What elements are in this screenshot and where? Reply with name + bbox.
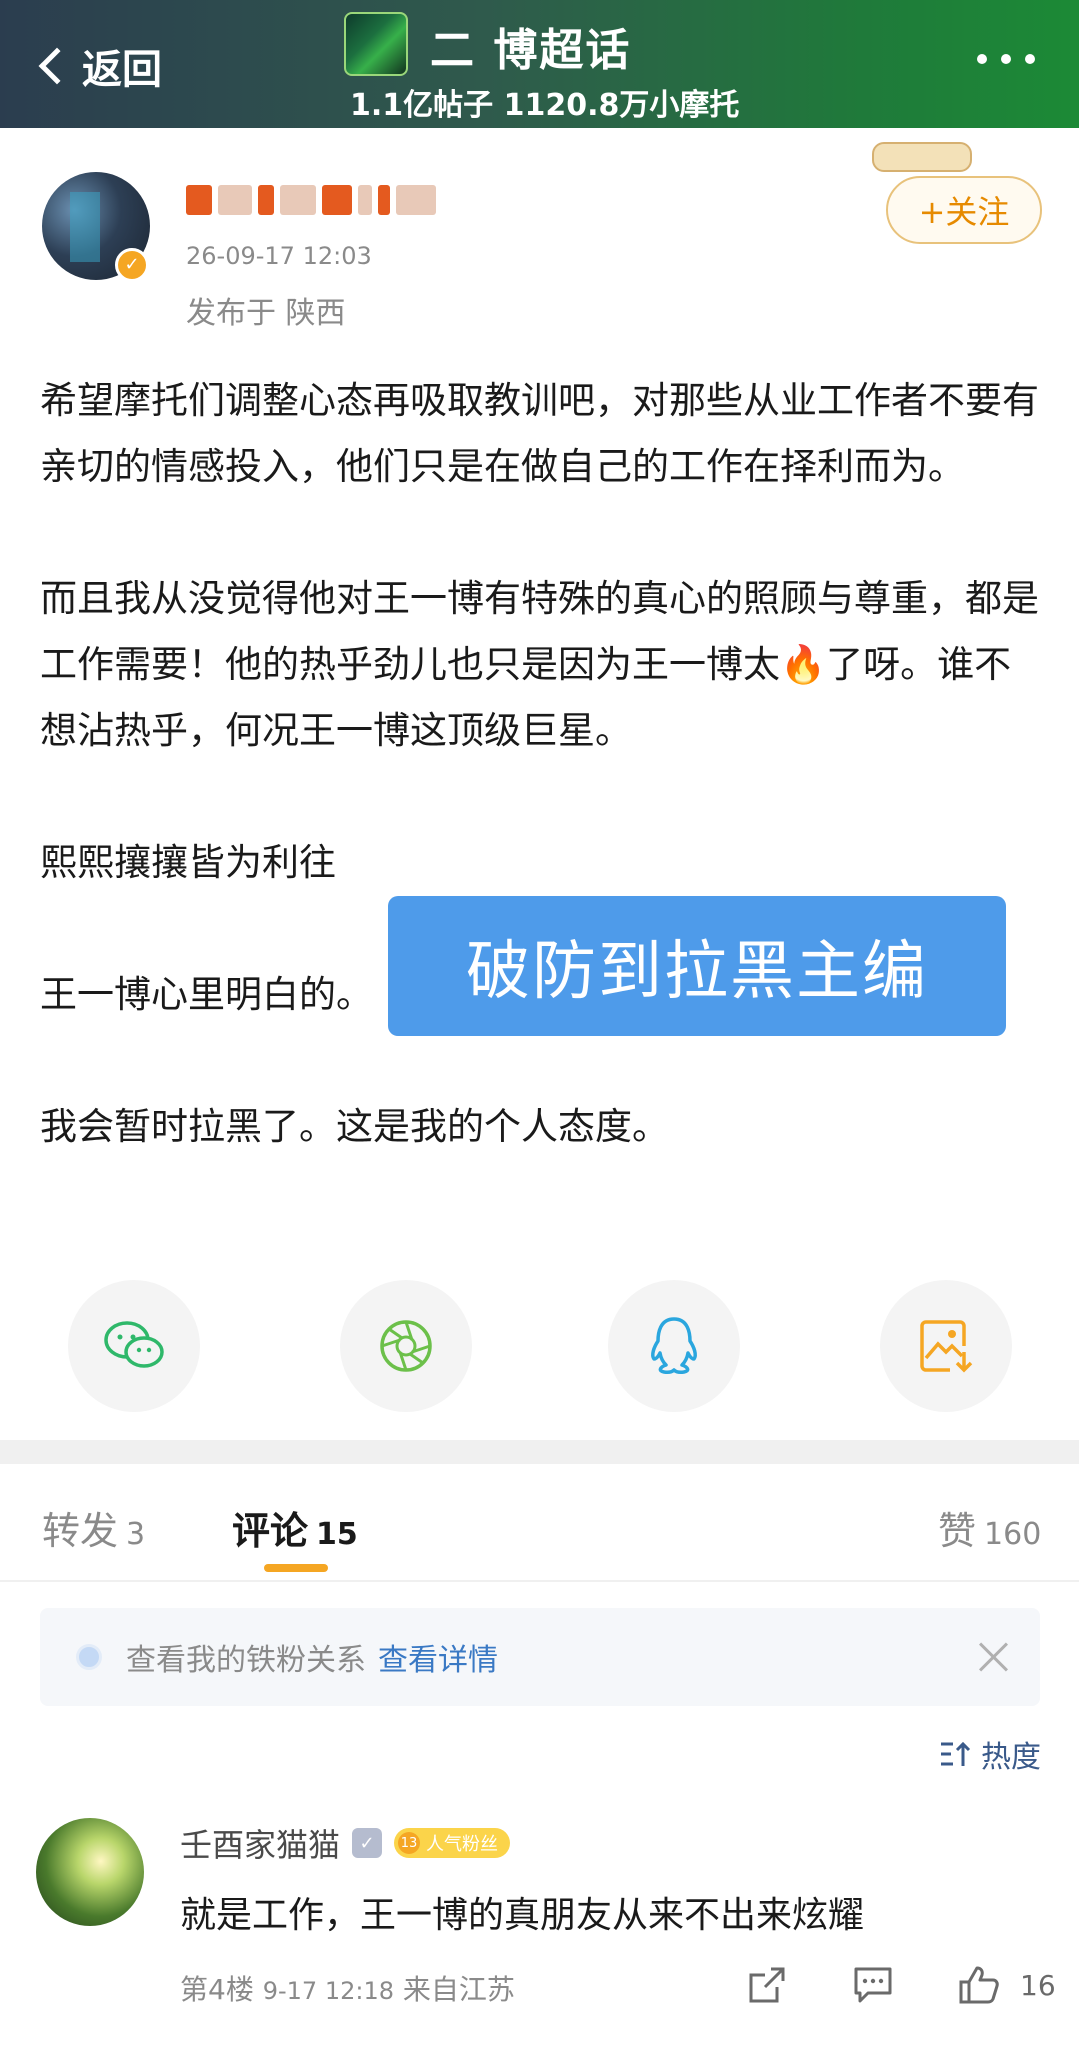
- share-qq-button[interactable]: [608, 1280, 740, 1412]
- section-divider: [0, 1440, 1079, 1464]
- follow-decoration: [872, 142, 972, 172]
- comment-icon: [854, 1967, 892, 2003]
- moments-icon: [380, 1320, 432, 1372]
- follow-button[interactable]: +关注: [886, 176, 1042, 244]
- close-icon[interactable]: [976, 1640, 1010, 1674]
- sort-icon: [941, 1741, 971, 1766]
- save-image-button[interactable]: [880, 1280, 1012, 1412]
- back-button[interactable]: 返回: [36, 34, 162, 98]
- tab-repost-count: 3: [126, 1517, 146, 1552]
- post-paragraph: 熙熙攘攘皆为利往: [40, 841, 336, 884]
- share-icon: [749, 1967, 785, 2003]
- view-details-link[interactable]: 查看详情: [378, 1635, 498, 1679]
- back-chevron-icon: [38, 47, 76, 85]
- top-navigation-bar: 返回 二 博超话 1.1亿帖子 1120.8万小摩托: [0, 0, 1079, 128]
- share-moments-button[interactable]: [340, 1280, 472, 1412]
- tabs-divider: [0, 1580, 1079, 1582]
- comment-time: 9-17 12:18: [262, 1977, 394, 2005]
- commenter-username[interactable]: 壬酉家猫猫: [180, 1820, 340, 1866]
- fan-level-number: 13: [398, 1832, 421, 1854]
- post-paragraph: 我会暂时拉黑了。这是我的个人态度。: [40, 1105, 669, 1148]
- tab-comment-label: 评论: [232, 1509, 309, 1553]
- like-comment-button[interactable]: [954, 1960, 1004, 2010]
- verified-badge-icon: ✓: [115, 248, 149, 282]
- tab-comment-count: 15: [316, 1517, 358, 1552]
- post-location: 发布于 陕西: [186, 296, 346, 331]
- fan-badge-label: 人气粉丝: [426, 1834, 499, 1855]
- sort-label: 热度: [981, 1740, 1041, 1775]
- wechat-icon: [104, 1321, 164, 1368]
- comment-floor: 第4楼: [180, 1973, 254, 2006]
- post-timestamp: 26-09-17 12:03: [186, 242, 372, 270]
- iron-fan-banner: 查看我的铁粉关系 查看详情: [40, 1608, 1040, 1706]
- commenter-avatar[interactable]: [36, 1818, 144, 1926]
- comment-header: 壬酉家猫猫 ✓ 13 人气粉丝: [180, 1820, 511, 1866]
- author-username[interactable]: [186, 180, 436, 220]
- back-label: 返回: [82, 47, 162, 93]
- comment-like-count: 16: [1020, 1968, 1056, 2002]
- fan-banner-text: 查看我的铁粉关系: [126, 1643, 366, 1678]
- post-content: 希望摩托们调整心态再吸取教训吧，对那些从业工作者不要有亲切的情感投入，他们只是在…: [40, 368, 1040, 1160]
- topic-stats: 1.1亿帖子 1120.8万小摩托: [350, 88, 740, 123]
- active-tab-indicator: [264, 1564, 328, 1572]
- post-paragraph: 而且我从没觉得他对王一博有特殊的真心的照顾与尊重，都是工作需要！他的热乎劲儿也只…: [40, 577, 1039, 752]
- comment-actions: 16: [742, 1960, 1056, 2010]
- member-badge-icon: ✓: [352, 1828, 383, 1858]
- qq-icon: [651, 1317, 697, 1374]
- comment-text: 就是工作，王一博的真朋友从来不出来炫耀: [180, 1895, 865, 1936]
- tab-repost[interactable]: 转发 3: [42, 1500, 145, 1555]
- comment-meta: 第4楼 9-17 12:18 来自江苏: [180, 1968, 515, 2008]
- share-row: [0, 1280, 1079, 1412]
- tab-repost-label: 转发: [42, 1509, 119, 1553]
- interaction-tabs: 转发 3 评论 15 赞 160: [0, 1464, 1079, 1576]
- reply-comment-button[interactable]: [848, 1960, 898, 2010]
- fan-level-badge: 13 人气粉丝: [394, 1828, 511, 1858]
- comment-location: 来自江苏: [402, 1973, 515, 2006]
- share-wechat-button[interactable]: [68, 1280, 200, 1412]
- tab-comment[interactable]: 评论 15: [232, 1500, 358, 1555]
- topic-thumbnail[interactable]: [344, 12, 408, 76]
- topic-title[interactable]: 二 博超话: [430, 14, 631, 78]
- tab-like-label: 赞: [938, 1509, 977, 1553]
- tab-like-count: 160: [984, 1517, 1042, 1552]
- repost-comment-button[interactable]: [742, 1960, 792, 2010]
- save-image-icon: [920, 1320, 973, 1373]
- sort-by-hot-button[interactable]: 热度: [939, 1732, 1041, 1776]
- caption-overlay: 破防到拉黑主编: [388, 896, 1006, 1036]
- fan-relation-icon: [76, 1644, 102, 1670]
- tab-like[interactable]: 赞 160: [938, 1500, 1041, 1555]
- post-paragraph: 希望摩托们调整心态再吸取教训吧，对那些从业工作者不要有亲切的情感投入，他们只是在…: [40, 379, 1039, 488]
- thumbs-up-icon: [959, 1966, 999, 2004]
- more-options-icon[interactable]: [977, 54, 1035, 64]
